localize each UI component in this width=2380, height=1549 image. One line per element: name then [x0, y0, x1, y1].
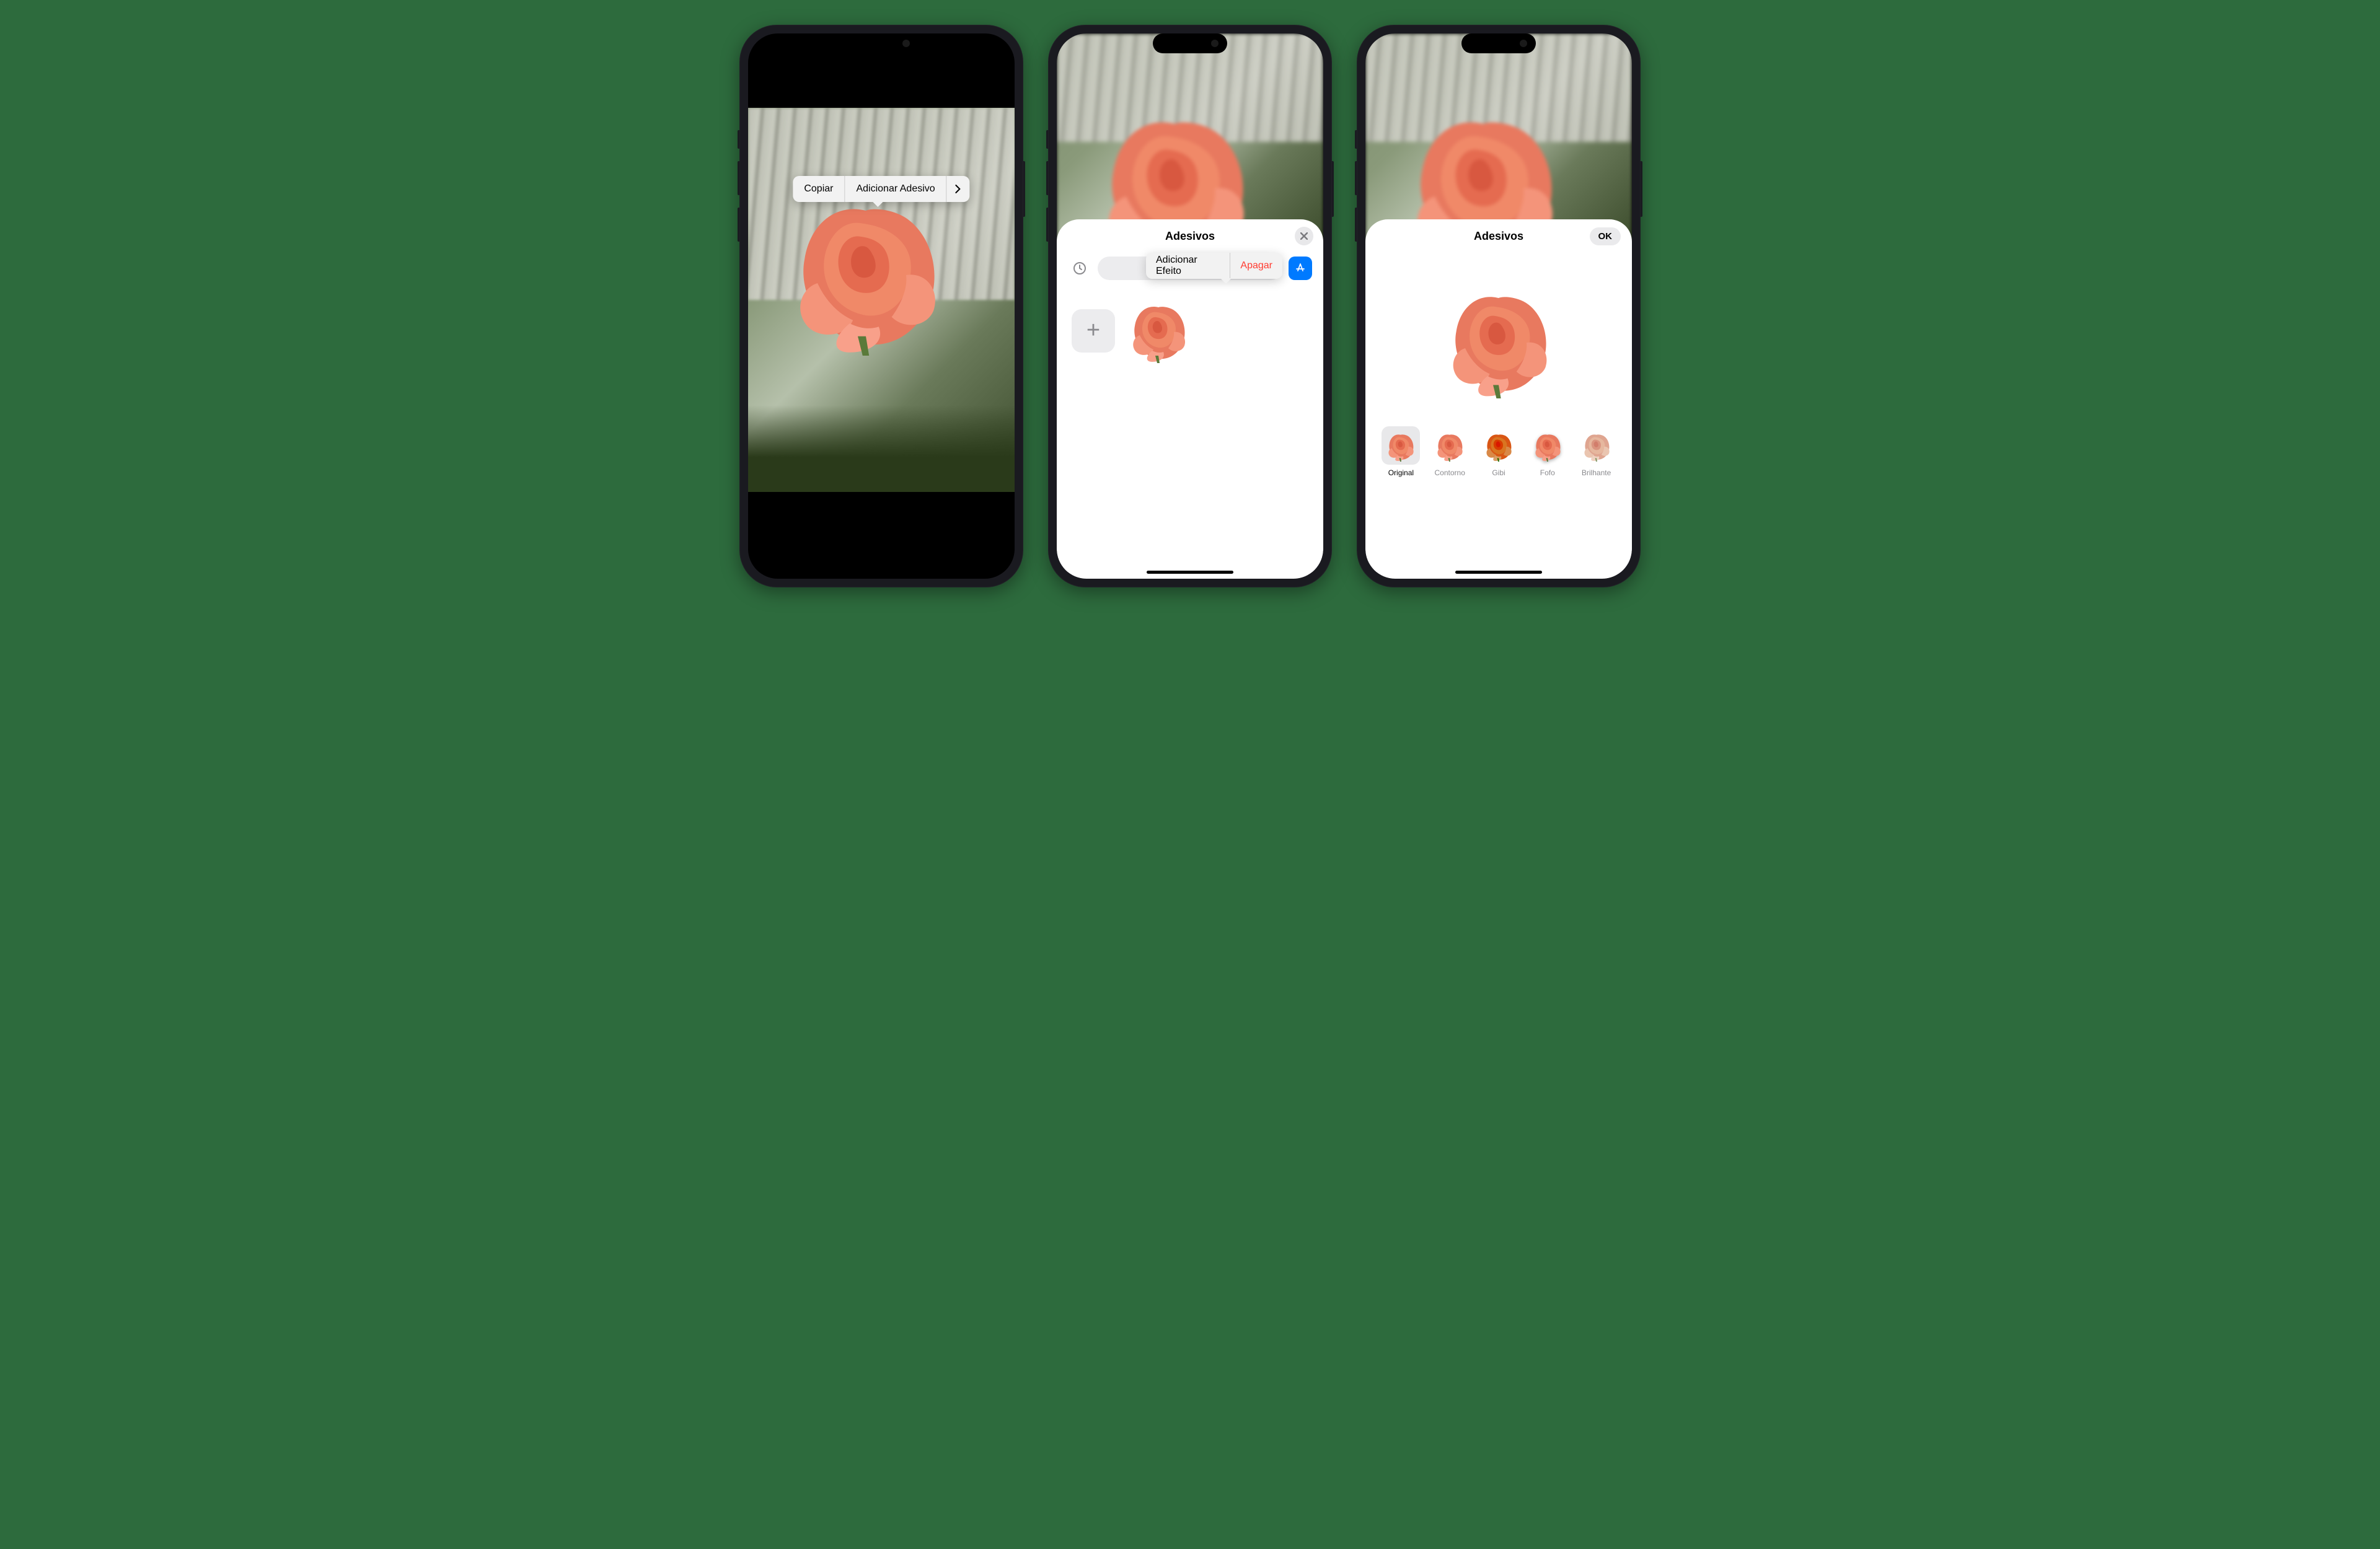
iphone-frame-3: Adesivos OK Original Contorno [1357, 25, 1641, 587]
effect-label: Contorno [1435, 468, 1465, 477]
sheet-title: Adesivos [1474, 230, 1523, 243]
effect-label: Brilhante [1582, 468, 1611, 477]
effect-original[interactable]: Original [1378, 426, 1424, 477]
dynamic-island [1461, 33, 1536, 53]
screen-1: Copiar Adicionar Adesivo [748, 33, 1015, 579]
app-store-tab[interactable] [1289, 257, 1312, 280]
home-indicator[interactable] [1455, 571, 1542, 574]
sticker-packs-list[interactable]: Adicionar Efeito Apagar [1098, 257, 1282, 280]
screen-2: Adesivos Adicionar Efeito Apagar [1057, 33, 1323, 579]
effect-label: Original [1388, 468, 1414, 477]
stickers-sheet: Adesivos Adicionar Efeito Apagar [1057, 219, 1323, 579]
iphone-frame-1: Copiar Adicionar Adesivo [739, 25, 1023, 587]
effects-row: Original Contorno Gibi Fofo Brilhante [1365, 426, 1632, 496]
add-sticker-button[interactable]: Adicionar Adesivo [845, 176, 946, 202]
effect-label: Fofo [1540, 468, 1555, 477]
screen-3: Adesivos OK Original Contorno [1365, 33, 1632, 579]
effect-outline[interactable]: Contorno [1427, 426, 1473, 477]
sticker-rose[interactable] [1127, 301, 1189, 360]
delete-button[interactable]: Apagar [1230, 253, 1282, 279]
recents-tab[interactable] [1068, 257, 1091, 280]
rose-subject[interactable] [779, 195, 953, 356]
close-button[interactable] [1295, 227, 1313, 245]
context-menu: Copiar Adicionar Adesivo [793, 176, 969, 202]
photo-viewer[interactable]: Copiar Adicionar Adesivo [748, 108, 1015, 492]
photo-backdrop [1365, 33, 1632, 250]
add-sticker-button[interactable]: + [1072, 309, 1115, 353]
effect-puffy[interactable]: Fofo [1524, 426, 1571, 477]
iphone-frame-2: Adesivos Adicionar Efeito Apagar [1048, 25, 1332, 587]
dynamic-island [1153, 33, 1227, 53]
effect-label: Gibi [1492, 468, 1505, 477]
add-effect-button[interactable]: Adicionar Efeito [1146, 253, 1230, 279]
more-button[interactable] [947, 176, 970, 202]
effect-shiny[interactable]: Brilhante [1573, 426, 1620, 477]
sticker-preview[interactable] [1443, 287, 1554, 392]
effect-preview [1365, 253, 1632, 426]
home-indicator[interactable] [1147, 571, 1233, 574]
sticker-grid: + [1057, 286, 1323, 375]
effects-sheet: Adesivos OK Original Contorno [1365, 219, 1632, 579]
plus-icon: + [1086, 317, 1100, 344]
done-button[interactable]: OK [1590, 227, 1621, 245]
photo-backdrop [1057, 33, 1323, 250]
app-tab-row: Adicionar Efeito Apagar [1057, 253, 1323, 286]
sheet-title: Adesivos [1165, 230, 1215, 243]
effect-comic[interactable]: Gibi [1476, 426, 1522, 477]
copy-button[interactable]: Copiar [793, 176, 844, 202]
dynamic-island [844, 33, 919, 53]
sticker-context-menu: Adicionar Efeito Apagar [1146, 253, 1282, 279]
